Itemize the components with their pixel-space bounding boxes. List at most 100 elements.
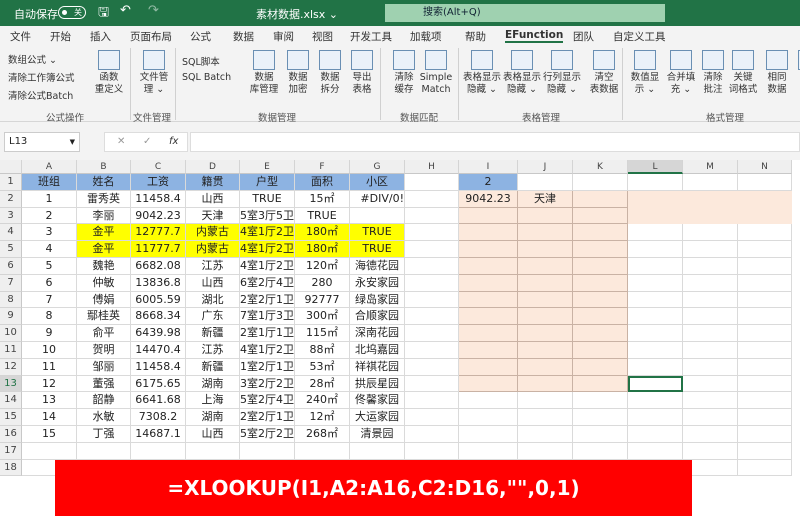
row-header[interactable]: 6 — [0, 258, 22, 275]
cell-B5[interactable]: 金平 — [77, 241, 131, 258]
cell-K17[interactable] — [573, 442, 628, 460]
ribbon-button[interactable]: Simple Match — [418, 50, 454, 96]
cell-E9[interactable]: 7室1厅3卫 — [240, 308, 295, 326]
cell-I7[interactable] — [459, 274, 518, 292]
cell-E12[interactable]: 1室2厅1卫 — [240, 358, 295, 376]
cell-M13[interactable] — [683, 375, 738, 393]
cell-B6[interactable]: 魏艳 — [77, 258, 131, 275]
autosave-toggle[interactable]: 关 — [58, 6, 86, 19]
cell-C11[interactable]: 14470.4 — [131, 342, 186, 359]
cell-A4[interactable]: 3 — [22, 224, 77, 242]
cell-G1[interactable]: 小区 — [350, 174, 405, 191]
cell-H8[interactable] — [405, 291, 459, 309]
cell-F14[interactable]: 240㎡ — [295, 392, 350, 410]
cell-B8[interactable]: 傅娟 — [77, 291, 131, 309]
cell-M10[interactable] — [683, 325, 738, 342]
row-header[interactable]: 12 — [0, 358, 22, 376]
cell-K13[interactable] — [573, 375, 628, 393]
column-header[interactable]: D — [186, 160, 240, 174]
cell-G2[interactable]: #DIV/0! — [350, 190, 405, 208]
cell-F2[interactable]: 15㎡ — [295, 190, 350, 208]
cell-N12[interactable] — [738, 358, 792, 376]
cell-C15[interactable]: 7308.2 — [131, 409, 186, 426]
cell-D15[interactable]: 湖南 — [186, 409, 240, 426]
cell-C14[interactable]: 6641.68 — [131, 392, 186, 410]
cell-A17[interactable] — [22, 442, 77, 460]
cell-M6[interactable] — [683, 258, 738, 275]
cell-I5[interactable] — [459, 241, 518, 258]
cell-H11[interactable] — [405, 342, 459, 359]
insert-function-icon[interactable]: fx — [169, 133, 178, 151]
column-header[interactable]: G — [350, 160, 405, 174]
cell-N11[interactable] — [738, 342, 792, 359]
cell-I2[interactable]: 9042.23 — [459, 190, 518, 208]
cell-C3[interactable]: 9042.23 — [131, 207, 186, 225]
cell-K16[interactable] — [573, 426, 628, 443]
cell-E4[interactable]: 4室1厅2卫 — [240, 224, 295, 242]
cell-M15[interactable] — [683, 409, 738, 426]
row-header[interactable]: 11 — [0, 342, 22, 359]
cell-C9[interactable]: 8668.34 — [131, 308, 186, 326]
cell-I16[interactable] — [459, 426, 518, 443]
cell-G3[interactable] — [350, 207, 405, 225]
cell-D5[interactable]: 内蒙古 — [186, 241, 240, 258]
cell-K11[interactable] — [573, 342, 628, 359]
cell-L15[interactable] — [628, 409, 683, 426]
cell-F12[interactable]: 53㎡ — [295, 358, 350, 376]
cell-F10[interactable]: 115㎡ — [295, 325, 350, 342]
cell-L2[interactable] — [628, 190, 683, 208]
cell-H17[interactable] — [405, 442, 459, 460]
column-header[interactable]: I — [459, 160, 518, 174]
cell-N7[interactable] — [738, 274, 792, 292]
cell-K6[interactable] — [573, 258, 628, 275]
cell-J14[interactable] — [518, 392, 573, 410]
cell-A12[interactable]: 11 — [22, 358, 77, 376]
cell-B9[interactable]: 鄢桂英 — [77, 308, 131, 326]
tab-9[interactable]: 加载项 — [410, 29, 442, 44]
cell-D6[interactable]: 江苏 — [186, 258, 240, 275]
ribbon-button[interactable]: 合并填 充 ⌄ — [664, 50, 698, 96]
cell-J2[interactable]: 天津 — [518, 190, 573, 208]
cell-H4[interactable] — [405, 224, 459, 242]
clear-formula-batch-button[interactable]: 清除公式Batch — [8, 88, 73, 102]
cell-A7[interactable]: 6 — [22, 274, 77, 292]
cell-J8[interactable] — [518, 291, 573, 309]
save-icon[interactable]: 🖫 — [98, 3, 109, 25]
column-header[interactable]: H — [405, 160, 459, 174]
cell-A1[interactable]: 班组 — [22, 174, 77, 191]
cell-F17[interactable] — [295, 442, 350, 460]
cell-N4[interactable] — [738, 224, 792, 242]
cell-D17[interactable] — [186, 442, 240, 460]
cell-C4[interactable]: 12777.7 — [131, 224, 186, 242]
row-header[interactable]: 18 — [0, 459, 22, 477]
ribbon-button[interactable]: 标 取 — [792, 50, 800, 96]
cell-K12[interactable] — [573, 358, 628, 376]
cell-M5[interactable] — [683, 241, 738, 258]
formula-input[interactable] — [190, 132, 800, 152]
cell-E11[interactable]: 4室1厅2卫 — [240, 342, 295, 359]
cell-L13[interactable] — [628, 375, 683, 393]
file-name[interactable]: 素材数据.xlsx ⌄ — [256, 6, 338, 22]
cell-H5[interactable] — [405, 241, 459, 258]
cell-J13[interactable] — [518, 375, 573, 393]
cell-L6[interactable] — [628, 258, 683, 275]
cell-C13[interactable]: 6175.65 — [131, 375, 186, 393]
cell-E8[interactable]: 2室2厅1卫 — [240, 291, 295, 309]
row-header[interactable]: 15 — [0, 409, 22, 426]
row-header[interactable]: 7 — [0, 274, 22, 292]
cell-G7[interactable]: 永安家园 — [350, 274, 405, 292]
array-formula-button[interactable]: 数组公式 ⌄ — [8, 52, 57, 66]
cell-F11[interactable]: 88㎡ — [295, 342, 350, 359]
cell-B11[interactable]: 贺明 — [77, 342, 131, 359]
cell-C7[interactable]: 13836.8 — [131, 274, 186, 292]
ribbon-button[interactable]: 表格显示 隐藏 ⌄ — [462, 50, 502, 96]
cell-A9[interactable]: 8 — [22, 308, 77, 326]
cell-L8[interactable] — [628, 291, 683, 309]
ribbon-button[interactable]: 清空 表数据 — [584, 50, 624, 96]
cell-F16[interactable]: 268㎡ — [295, 426, 350, 443]
cell-F13[interactable]: 28㎡ — [295, 375, 350, 393]
cell-B14[interactable]: 韶静 — [77, 392, 131, 410]
cell-I17[interactable] — [459, 442, 518, 460]
cell-G5[interactable]: TRUE — [350, 241, 405, 258]
cell-E17[interactable] — [240, 442, 295, 460]
